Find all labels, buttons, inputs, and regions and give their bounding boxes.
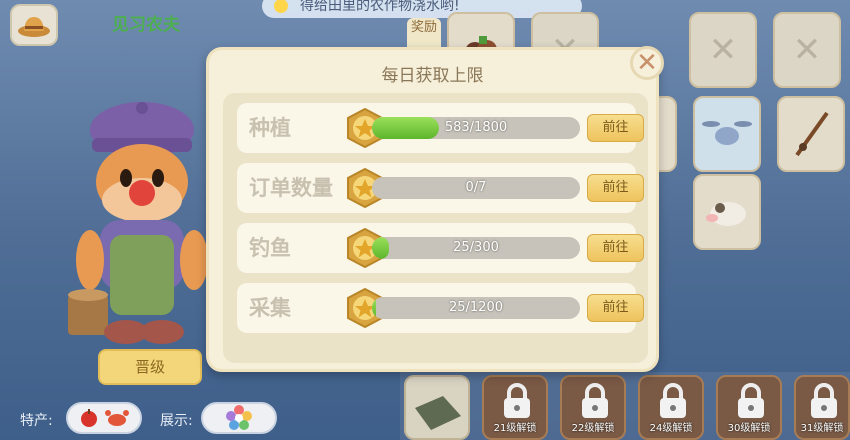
limit-row-label: 采集	[249, 296, 291, 320]
fishing-rod-icon	[795, 111, 829, 157]
limit-list: 种植 583/1800 前往 订单数量 0/7 前往 钓鱼 25/300 前往 …	[223, 93, 648, 363]
progress-text: 0/7	[465, 180, 487, 195]
hint-text: 得给田里的农作物浇水哟!	[300, 0, 460, 14]
goto-button[interactable]: 前往	[587, 234, 644, 262]
specialty-slot[interactable]	[66, 402, 142, 434]
limit-row-label: 订单数量	[249, 176, 333, 200]
reward-cell-drone[interactable]	[693, 96, 761, 172]
unlock-level-label: 31级解锁	[800, 423, 844, 434]
carpet-icon	[415, 396, 461, 430]
cow-icon	[706, 202, 746, 226]
rainbow-flower-icon	[226, 405, 252, 430]
upgrade-button[interactable]: 晋级	[98, 349, 202, 385]
reward-cell-cow[interactable]	[693, 174, 761, 250]
daily-limit-dialog: 每日获取上限 ✕ 种植 583/1800 前往 订单数量 0/7 前往 钓鱼 2…	[206, 46, 664, 372]
rewards-tab-label: 奖励	[410, 20, 437, 35]
lock-icon	[811, 383, 837, 418]
unlock-level-label: 24级解锁	[649, 423, 693, 434]
limit-row-fishing: 钓鱼 25/300 前往	[237, 223, 644, 273]
reward-cell-fishing-rod[interactable]	[777, 96, 845, 172]
locked-x-icon: ✕	[708, 30, 738, 70]
goto-button[interactable]: 前往	[587, 294, 644, 322]
lock-icon	[504, 383, 530, 418]
goto-button[interactable]: 前往	[587, 174, 644, 202]
unlock-level-label: 22级解锁	[571, 423, 615, 434]
crab-icon	[105, 410, 129, 426]
dialog-title: 每日获取上限	[381, 66, 484, 86]
progress-text: 25/1200	[448, 300, 503, 315]
close-button[interactable]: ✕	[630, 46, 664, 80]
close-icon: ✕	[636, 48, 658, 78]
bottom-cell-carpet[interactable]	[404, 375, 470, 440]
hat-icon	[18, 17, 50, 37]
progress-bar: 25/1200	[372, 297, 580, 319]
profile-hat-button[interactable]	[10, 4, 58, 46]
locked-slot-4[interactable]: 30级解锁	[716, 375, 782, 440]
player-title: 见习农夫	[112, 15, 180, 35]
lock-icon	[582, 383, 608, 418]
lock-icon	[660, 383, 686, 418]
unlock-level-label: 21级解锁	[493, 423, 537, 434]
apple-icon	[81, 409, 97, 427]
reward-cell-locked-3[interactable]: ✕	[773, 12, 841, 88]
display-label: 展示:	[160, 413, 193, 429]
limit-row-label: 钓鱼	[249, 236, 291, 260]
farmer-character	[60, 100, 220, 360]
locked-slot-5[interactable]: 31级解锁	[794, 375, 850, 440]
specialty-label: 特产:	[20, 413, 53, 429]
drone-icon	[702, 121, 752, 145]
goto-button[interactable]: 前往	[587, 114, 644, 142]
locked-slot-2[interactable]: 22级解锁	[560, 375, 626, 440]
locked-slot-3[interactable]: 24级解锁	[638, 375, 704, 440]
sun-icon	[274, 0, 288, 13]
limit-row-orders: 订单数量 0/7 前往	[237, 163, 644, 213]
reward-cell-locked-2[interactable]: ✕	[689, 12, 757, 88]
limit-row-label: 种植	[249, 116, 291, 140]
limit-row-planting: 种植 583/1800 前往	[237, 103, 644, 153]
locked-slot-1[interactable]: 21级解锁	[482, 375, 548, 440]
limit-row-gathering: 采集 25/1200 前往	[237, 283, 644, 333]
display-slot[interactable]	[201, 402, 277, 434]
progress-bar: 583/1800	[372, 117, 580, 139]
progress-bar: 0/7	[372, 177, 580, 199]
progress-bar: 25/300	[372, 237, 580, 259]
lock-icon	[738, 383, 764, 418]
progress-text: 583/1800	[444, 120, 508, 135]
locked-x-icon: ✕	[792, 30, 822, 70]
unlock-level-label: 30级解锁	[727, 423, 771, 434]
progress-text: 25/300	[453, 240, 499, 255]
